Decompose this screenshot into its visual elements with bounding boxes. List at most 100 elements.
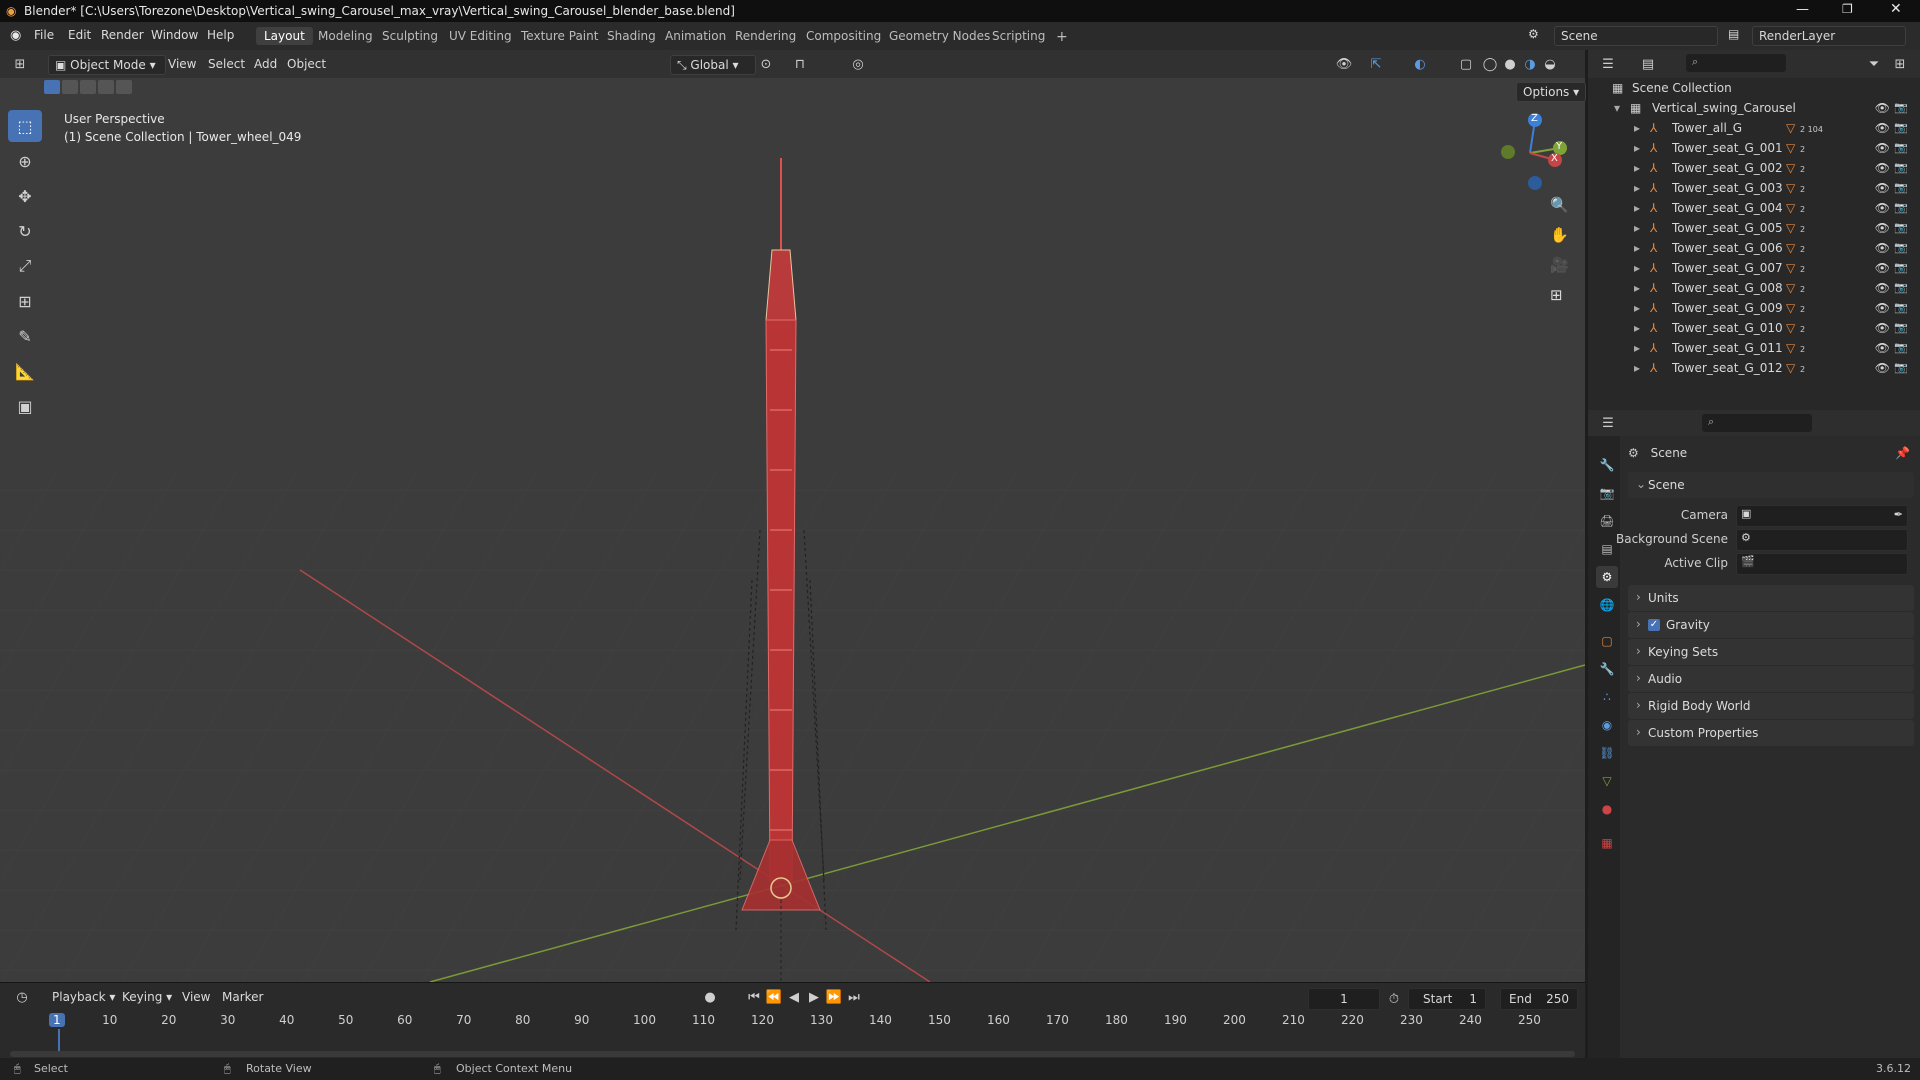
- expand-arrow-icon[interactable]: ▸: [1634, 361, 1640, 375]
- renderlayer-selector[interactable]: RenderLayer: [1752, 26, 1906, 46]
- tab-compositing[interactable]: Compositing: [798, 27, 889, 45]
- overlay-toggle-icon[interactable]: ◐: [1410, 54, 1430, 74]
- tab-texture-paint[interactable]: Texture Paint: [513, 27, 606, 45]
- eyedropper-icon[interactable]: ✒: [1894, 508, 1903, 521]
- minimize-button[interactable]: —: [1796, 2, 1809, 17]
- maximize-button[interactable]: ❐: [1842, 2, 1853, 16]
- background-scene-field[interactable]: ⚙: [1736, 529, 1908, 551]
- tab-rendering[interactable]: Rendering: [727, 27, 804, 45]
- playhead[interactable]: [58, 1029, 60, 1051]
- timeline-scrollbar[interactable]: [10, 1051, 1575, 1057]
- render-camera-icon[interactable]: 📷: [1894, 261, 1908, 274]
- menu-window[interactable]: Window: [151, 28, 198, 42]
- visibility-eye-icon[interactable]: 👁: [1875, 301, 1890, 315]
- outliner-row[interactable]: ▸ ⅄ Tower_seat_G_007 ▽ 2 👁 📷: [1588, 258, 1920, 278]
- outliner-row[interactable]: ▸ ⅄ Tower_seat_G_004 ▽ 2 👁 📷: [1588, 198, 1920, 218]
- expand-arrow-icon[interactable]: ▸: [1634, 241, 1640, 255]
- viewport-menu-object[interactable]: Object: [287, 55, 326, 73]
- render-camera-icon[interactable]: 📷: [1894, 221, 1908, 234]
- frame-ruler[interactable]: 1 10 20 30 40 50 60 70 80 90 100 110 120 130 140 150 160…: [0, 983, 1585, 1061]
- filter-icon[interactable]: ⏷: [1864, 54, 1884, 74]
- object-tab-icon[interactable]: ▢: [1596, 630, 1618, 652]
- move-tool-icon[interactable]: ✥: [8, 180, 42, 212]
- outliner-row[interactable]: ▸ ⅄ Tower_seat_G_002 ▽ 2 👁 📷: [1588, 158, 1920, 178]
- gravity-checkbox[interactable]: ✓: [1648, 619, 1660, 631]
- render-camera-icon[interactable]: 📷: [1894, 201, 1908, 214]
- render-camera-icon[interactable]: 📷: [1894, 341, 1908, 354]
- visibility-icon[interactable]: 👁: [1334, 54, 1354, 74]
- expand-arrow-icon[interactable]: ▸: [1634, 281, 1640, 295]
- scene-selector[interactable]: Scene: [1554, 26, 1718, 46]
- render-camera-icon[interactable]: 📷: [1894, 301, 1908, 314]
- perspective-toggle-icon[interactable]: ⊞: [1550, 286, 1574, 316]
- annotate-tool-icon[interactable]: ✎: [8, 320, 42, 352]
- select-invert-icon[interactable]: [98, 80, 114, 94]
- scale-tool-icon[interactable]: ⤢: [8, 250, 42, 282]
- render-camera-icon[interactable]: 📷: [1894, 161, 1908, 174]
- panel-keying-sets[interactable]: › Keying Sets: [1628, 639, 1914, 665]
- collapse-arrow-icon[interactable]: ▾: [1614, 101, 1620, 115]
- tab-modeling[interactable]: Modeling: [310, 27, 381, 45]
- add-cube-tool-icon[interactable]: ▣: [8, 390, 42, 422]
- viewport-menu-select[interactable]: Select: [208, 55, 245, 73]
- scene-tab-icon[interactable]: ⚙: [1596, 566, 1618, 588]
- select-subtract-icon[interactable]: [80, 80, 96, 94]
- visibility-eye-icon[interactable]: 👁: [1875, 141, 1890, 155]
- scene-section-header[interactable]: ⌄ Scene: [1628, 472, 1914, 498]
- select-box-tool-icon[interactable]: ⬚: [8, 110, 42, 142]
- modifier-tab-icon[interactable]: 🔧: [1596, 658, 1618, 680]
- display-mode-icon[interactable]: ▤: [1638, 54, 1658, 74]
- expand-arrow-icon[interactable]: ▸: [1634, 121, 1640, 135]
- wireframe-shading-icon[interactable]: ◯: [1480, 54, 1500, 74]
- options-dropdown[interactable]: Options ▾: [1516, 82, 1587, 102]
- expand-arrow-icon[interactable]: ▸: [1634, 161, 1640, 175]
- render-camera-icon[interactable]: 📷: [1894, 361, 1908, 374]
- outliner-row[interactable]: ▸ ⅄ Tower_seat_G_011 ▽ 2 👁 📷: [1588, 338, 1920, 358]
- render-camera-icon[interactable]: 📷: [1894, 121, 1908, 134]
- new-collection-icon[interactable]: ⊞: [1890, 54, 1910, 74]
- close-button[interactable]: ✕: [1890, 1, 1902, 17]
- proportional-edit-icon[interactable]: ◎: [848, 54, 868, 74]
- transform-tool-icon[interactable]: ⊞: [8, 285, 42, 317]
- rendered-shading-icon[interactable]: ◒: [1540, 54, 1560, 74]
- visibility-eye-icon[interactable]: 👁: [1875, 281, 1890, 295]
- menu-render[interactable]: Render: [101, 28, 144, 42]
- pan-hand-icon[interactable]: ✋: [1550, 226, 1574, 256]
- visibility-eye-icon[interactable]: 👁: [1875, 361, 1890, 375]
- outliner-row[interactable]: ▸ ⅄ Tower_seat_G_008 ▽ 2 👁 📷: [1588, 278, 1920, 298]
- output-tab-icon[interactable]: 🖨: [1596, 510, 1618, 532]
- mode-dropdown[interactable]: ▣ Object Mode ▾: [48, 55, 166, 75]
- menu-help[interactable]: Help: [207, 28, 234, 42]
- data-tab-icon[interactable]: ▽: [1596, 770, 1618, 792]
- cursor-tool-icon[interactable]: ⊕: [8, 145, 42, 177]
- select-new-icon[interactable]: [44, 80, 60, 94]
- visibility-eye-icon[interactable]: 👁: [1875, 341, 1890, 355]
- outliner-row[interactable]: ▸ ⅄ Tower_seat_G_010 ▽ 2 👁 📷: [1588, 318, 1920, 338]
- particles-tab-icon[interactable]: ∴: [1596, 686, 1618, 708]
- visibility-eye-icon[interactable]: 👁: [1875, 261, 1890, 275]
- properties-editor-icon[interactable]: ☰: [1598, 413, 1618, 433]
- tab-scripting[interactable]: Scripting: [984, 27, 1053, 45]
- measure-tool-icon[interactable]: 📐: [8, 355, 42, 387]
- expand-arrow-icon[interactable]: ▸: [1634, 221, 1640, 235]
- gizmo-toggle-icon[interactable]: ⇱: [1366, 54, 1386, 74]
- menu-file[interactable]: File: [34, 28, 54, 42]
- rotate-tool-icon[interactable]: ↻: [8, 215, 42, 247]
- outliner-row[interactable]: ▸ ⅄ Tower_seat_G_009 ▽ 2 👁 📷: [1588, 298, 1920, 318]
- panel-gravity[interactable]: › ✓ Gravity: [1628, 612, 1914, 638]
- viewport-menu-add[interactable]: Add: [254, 55, 277, 73]
- tab-animation[interactable]: Animation: [657, 27, 734, 45]
- render-camera-icon[interactable]: 📷: [1894, 101, 1908, 114]
- render-tab-icon[interactable]: 📷: [1596, 482, 1618, 504]
- tab-sculpting[interactable]: Sculpting: [374, 27, 446, 45]
- physics-tab-icon[interactable]: ◉: [1596, 714, 1618, 736]
- visibility-eye-icon[interactable]: 👁: [1875, 121, 1890, 135]
- visibility-eye-icon[interactable]: 👁: [1875, 101, 1890, 115]
- constraints-tab-icon[interactable]: ⛓: [1596, 742, 1618, 764]
- panel-custom-properties[interactable]: › Custom Properties: [1628, 720, 1914, 746]
- camera-view-icon[interactable]: 🎥: [1550, 256, 1574, 286]
- outliner-row[interactable]: ▸ ⅄ Tower_seat_G_005 ▽ 2 👁 📷: [1588, 218, 1920, 238]
- navigation-gizmo[interactable]: Z Y X: [1490, 108, 1570, 198]
- outliner-row[interactable]: ▸ ⅄ Tower_all_G ▽ 2 104 👁 📷: [1588, 118, 1920, 138]
- expand-arrow-icon[interactable]: ▸: [1634, 201, 1640, 215]
